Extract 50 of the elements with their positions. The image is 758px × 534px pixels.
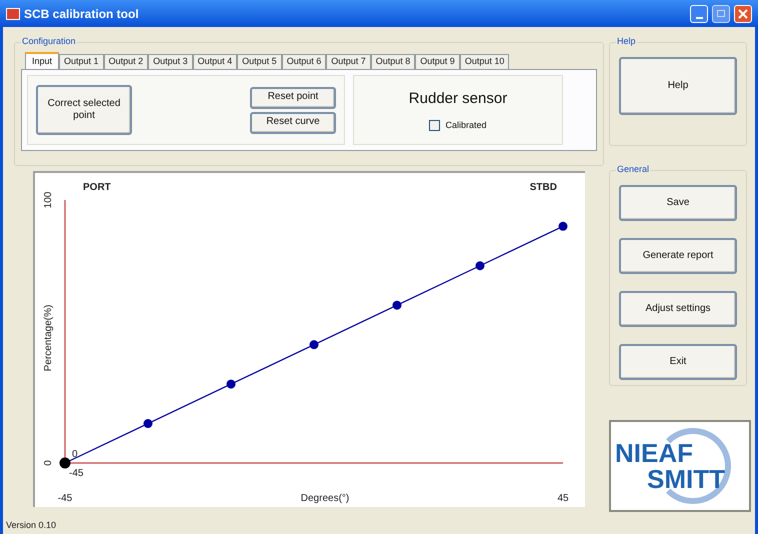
tab[interactable]: Input [25,52,60,69]
data-point[interactable] [558,222,568,231]
y-tick-label: 100 [43,192,54,208]
version-label: Version 0.10 [6,518,58,532]
data-point[interactable] [144,419,152,428]
logo-text: SMITT [646,466,726,492]
tab[interactable]: Output 2 [104,54,148,69]
minimize-button[interactable] [690,4,708,22]
reset-point-button[interactable]: Reset point [250,86,336,108]
tab[interactable]: Output 8 [370,54,416,69]
help-button[interactable]: Help [619,57,737,115]
reset-curve-button[interactable]: Reset curve [250,112,336,134]
point-label: -45 [69,468,84,479]
tab[interactable]: Output 7 [326,54,371,69]
logo-text: NIEAF [614,440,694,466]
tab[interactable]: Output 10 [460,54,510,69]
data-point[interactable] [476,261,484,270]
starboard-label: STBD [530,182,557,193]
x-tick-label: -45 [58,493,72,504]
tab[interactable]: Output 4 [192,54,238,69]
point-label: 0 [72,449,78,460]
close-button[interactable] [734,4,752,22]
checkbox-label: Calibrated [445,118,487,132]
tab[interactable]: Output 1 [59,54,104,69]
group-title: Help [616,35,637,48]
x-axis-label: Degrees(°) [300,493,350,504]
data-point[interactable] [226,380,236,389]
selected-point[interactable] [60,458,70,468]
tab[interactable]: Output 9 [415,54,460,69]
port-label: PORT [83,182,111,193]
x-tick-label: 45 [557,493,569,504]
window-title: SCB calibration tool [24,6,139,22]
data-point[interactable] [392,300,402,310]
general-button[interactable]: Exit [619,344,737,380]
tab[interactable]: Output 3 [148,54,193,69]
general-button[interactable]: Generate report [619,238,737,274]
app-icon [6,8,20,20]
tab[interactable]: Output 5 [237,54,282,69]
close-icon [738,8,748,18]
y-tick-label: 0 [43,460,54,466]
calibrated-checkbox[interactable] [429,120,440,131]
y-axis-label: Percentage(%) [43,304,54,372]
general-button[interactable]: Adjust settings [619,291,737,327]
general-button[interactable]: Save [619,185,737,221]
correct-point-button[interactable]: Correct selected point [36,85,132,135]
maximize-button[interactable] [712,4,730,22]
tab[interactable]: Output 6 [282,54,326,69]
data-point[interactable] [310,340,318,350]
sensor-name: Rudder sensor [408,89,508,109]
group-title: Configuration [21,35,77,48]
